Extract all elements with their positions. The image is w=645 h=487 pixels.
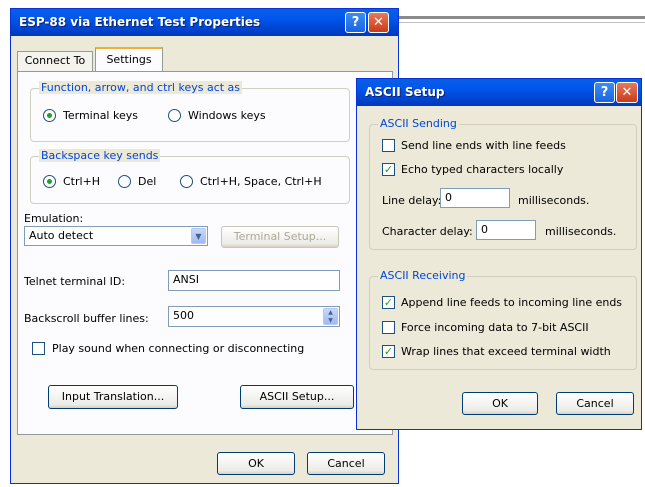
backscroll-input[interactable]: 500 ▲ ▼ [168, 306, 340, 327]
ascii-receiving-label: ASCII Receiving [378, 269, 468, 282]
telnet-id-input[interactable]: ANSI [168, 270, 340, 291]
append-checkbox[interactable]: ✓ [382, 296, 395, 309]
ascii-titlebar[interactable]: ASCII Setup ? ✕ [357, 79, 641, 106]
ascii-receiving-group: ASCII Receiving ✓ Append line feeds to i… [369, 269, 637, 370]
properties-titlebar[interactable]: ESP-88 via Ethernet Test Properties ? ✕ [11, 9, 398, 36]
append-label: Append line feeds to incoming line ends [401, 296, 623, 309]
close-icon[interactable]: ✕ [368, 12, 389, 33]
cancel-button[interactable]: Cancel [307, 452, 385, 475]
help-icon[interactable]: ? [345, 12, 366, 33]
fkeys-group-label: Function, arrow, and ctrl keys act as [39, 81, 243, 94]
tab-connect-to[interactable]: Connect To [17, 51, 93, 71]
del-radio[interactable] [118, 175, 131, 188]
char-delay-input[interactable]: 0 [476, 220, 536, 240]
input-translation-button[interactable]: Input Translation... [48, 385, 178, 409]
force-7bit-checkbox[interactable] [382, 321, 395, 334]
play-sound-label: Play sound when connecting or disconnect… [52, 342, 305, 355]
echo-label: Echo typed characters locally [401, 163, 564, 176]
wrap-lines-checkbox[interactable]: ✓ [382, 345, 395, 358]
ascii-setup-window: ASCII Setup ? ✕ ASCII Sending Send line … [356, 78, 642, 430]
tab-settings[interactable]: Settings [95, 47, 163, 72]
backscroll-label: Backscroll buffer lines: [24, 312, 149, 325]
ascii-close-icon[interactable]: ✕ [616, 82, 638, 103]
wrap-lines-label: Wrap lines that exceed terminal width [401, 345, 611, 358]
terminal-setup-button[interactable]: Terminal Setup... [221, 226, 339, 248]
line-delay-input[interactable]: 0 [440, 188, 510, 208]
backspace-group: Backspace key sends Ctrl+H Del Ctrl+H, S… [30, 149, 350, 204]
ctrl-h-space-label: Ctrl+H, Space, Ctrl+H [200, 175, 322, 188]
char-delay-unit: milliseconds. [545, 225, 617, 238]
properties-title: ESP-88 via Ethernet Test Properties [19, 15, 261, 29]
fkeys-group: Function, arrow, and ctrl keys act as Te… [30, 81, 350, 142]
emulation-dropdown[interactable]: Auto detect ▼ [24, 226, 208, 246]
del-label: Del [138, 175, 157, 188]
windows-keys-radio[interactable] [168, 109, 181, 122]
line-delay-label: Line delay: [382, 194, 442, 207]
spinner-icon[interactable]: ▲ ▼ [323, 308, 338, 325]
echo-checkbox[interactable]: ✓ [382, 163, 395, 176]
properties-window: ESP-88 via Ethernet Test Properties ? ✕ … [10, 8, 399, 484]
emulation-label: Emulation: [24, 212, 84, 225]
terminal-keys-radio[interactable] [43, 109, 56, 122]
backscroll-value: 500 [173, 309, 194, 322]
background-window-border [398, 16, 645, 19]
ascii-title: ASCII Setup [365, 85, 445, 99]
emulation-value: Auto detect [29, 229, 94, 242]
line-delay-unit: milliseconds. [518, 194, 590, 207]
telnet-id-label: Telnet terminal ID: [24, 275, 126, 288]
ctrl-h-space-radio[interactable] [180, 175, 193, 188]
backspace-group-label: Backspace key sends [39, 149, 161, 162]
send-line-ends-checkbox[interactable] [382, 139, 395, 152]
windows-keys-label: Windows keys [188, 109, 266, 122]
ascii-sending-group: ASCII Sending Send line ends with line f… [369, 117, 637, 250]
ctrl-h-radio[interactable] [43, 175, 56, 188]
ascii-setup-button[interactable]: ASCII Setup... [240, 385, 354, 409]
force-7bit-label: Force incoming data to 7-bit ASCII [401, 321, 589, 334]
ok-button[interactable]: OK [217, 452, 295, 475]
char-delay-label: Character delay: [382, 225, 473, 238]
ascii-sending-label: ASCII Sending [378, 117, 459, 130]
ctrl-h-label: Ctrl+H [63, 175, 101, 188]
background-window-border-inner [398, 22, 645, 23]
ascii-help-icon[interactable]: ? [594, 82, 615, 103]
terminal-keys-label: Terminal keys [63, 109, 138, 122]
chevron-down-icon[interactable]: ▼ [191, 228, 206, 244]
ascii-cancel-button[interactable]: Cancel [556, 392, 634, 415]
settings-panel: Function, arrow, and ctrl keys act as Te… [17, 71, 393, 435]
send-line-ends-label: Send line ends with line feeds [401, 139, 566, 152]
play-sound-checkbox[interactable] [32, 342, 45, 355]
ascii-ok-button[interactable]: OK [462, 392, 538, 415]
